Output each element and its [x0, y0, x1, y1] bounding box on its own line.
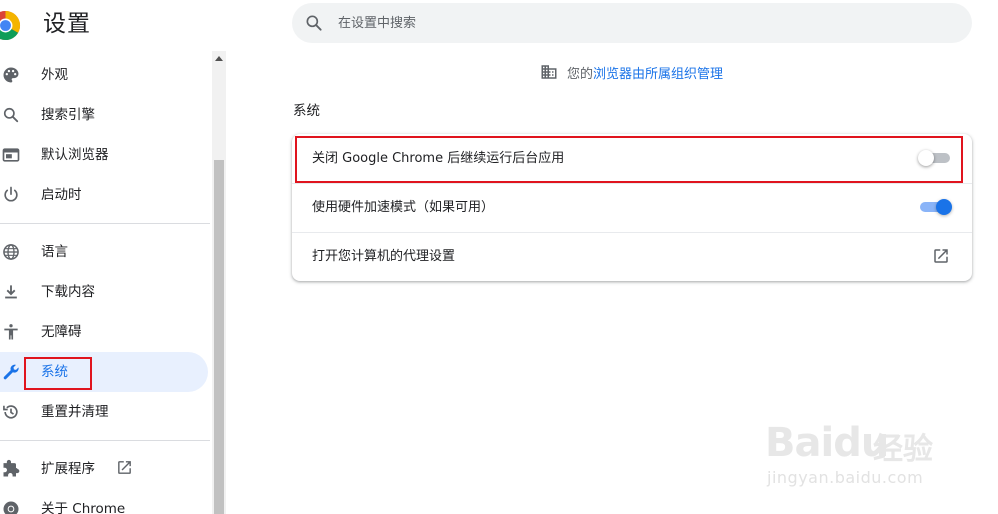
sidebar-nav: 外观 搜索引擎 默认浏览器 启动时 语言 下载内容 无障碍 系统 重置并清理 扩…: [0, 51, 212, 514]
search-icon: [306, 15, 322, 31]
scroll-up-arrow-icon[interactable]: [215, 56, 223, 61]
chrome-logo-icon: [0, 10, 21, 41]
sidebar-item-label: 无障碍: [41, 324, 82, 340]
open-in-new-icon: [118, 461, 131, 474]
search-box[interactable]: [292, 3, 972, 43]
baidu-jingyan-watermark: Baidu 经验 jingyan.baidu.com: [765, 408, 945, 494]
annotation-highlight-system: [24, 357, 92, 390]
hardware-acceleration-toggle[interactable]: [920, 199, 952, 215]
sidebar-item-label: 关于 Chrome: [41, 501, 126, 514]
accessibility-icon: [4, 324, 18, 340]
managed-by-organization-link[interactable]: 浏览器由所属组织管理: [593, 63, 723, 82]
sidebar-item-label: 默认浏览器: [41, 147, 109, 163]
sidebar-item-reset[interactable]: 重置并清理: [0, 392, 208, 432]
setting-label: 使用硬件加速模式（如果可用）: [312, 200, 495, 215]
sidebar-item-label: 重置并清理: [41, 404, 109, 420]
setting-label: 打开您计算机的代理设置: [312, 249, 456, 264]
wrench-icon: [3, 364, 19, 380]
browser-window-icon: [2, 148, 20, 162]
power-icon: [4, 186, 18, 202]
watermark-suffix: 经验: [873, 432, 933, 467]
search-icon: [3, 107, 19, 123]
globe-icon: [3, 244, 19, 260]
sidebar-item-label: 外观: [41, 67, 68, 83]
watermark-url: jingyan.baidu.com: [767, 468, 924, 487]
sidebar-item-label: 语言: [41, 244, 68, 260]
sidebar-item-on-startup[interactable]: 启动时: [0, 175, 208, 215]
sidebar-item-extensions[interactable]: 扩展程序: [0, 449, 208, 489]
history-reset-icon: [3, 405, 18, 419]
sidebar-scrollbar[interactable]: [212, 51, 226, 514]
section-title: 系统: [293, 103, 320, 119]
settings-page: 设置 外观 搜索引擎: [0, 0, 998, 514]
watermark-brand: Baidu: [765, 420, 889, 466]
sidebar-item-accessibility[interactable]: 无障碍: [0, 312, 208, 352]
sidebar-item-label: 启动时: [41, 187, 82, 203]
chrome-icon: [3, 501, 19, 514]
toggle-knob: [936, 199, 952, 215]
open-in-new-icon[interactable]: [932, 247, 950, 265]
page-title: 设置: [43, 11, 91, 37]
palette-icon: [3, 67, 19, 83]
annotation-highlight-background-apps: [295, 136, 963, 183]
sidebar-item-label: 扩展程序: [41, 461, 95, 477]
sidebar-item-appearance[interactable]: 外观: [0, 55, 208, 95]
sidebar-item-about-chrome[interactable]: 关于 Chrome: [0, 489, 208, 514]
setting-row-hardware-acceleration[interactable]: 使用硬件加速模式（如果可用）: [292, 183, 972, 232]
sidebar-item-label: 搜索引擎: [41, 107, 95, 123]
managed-notice: 您的 浏览器由所属组织管理: [540, 62, 723, 82]
sidebar-item-downloads[interactable]: 下载内容: [0, 272, 208, 312]
scrollbar-thumb[interactable]: [214, 160, 224, 514]
building-icon: [541, 65, 557, 79]
download-icon: [5, 285, 17, 299]
sidebar-item-default-browser[interactable]: 默认浏览器: [0, 135, 208, 175]
setting-row-proxy-settings[interactable]: 打开您计算机的代理设置: [292, 232, 972, 281]
search-input[interactable]: [338, 3, 938, 43]
sidebar-divider: [0, 440, 210, 441]
managed-prefix: 您的: [567, 66, 594, 82]
sidebar-divider: [0, 223, 210, 224]
sidebar-item-label: 下载内容: [41, 284, 95, 300]
sidebar-item-languages[interactable]: 语言: [0, 232, 208, 272]
sidebar-item-search-engine[interactable]: 搜索引擎: [0, 95, 208, 135]
puzzle-icon: [3, 459, 20, 477]
